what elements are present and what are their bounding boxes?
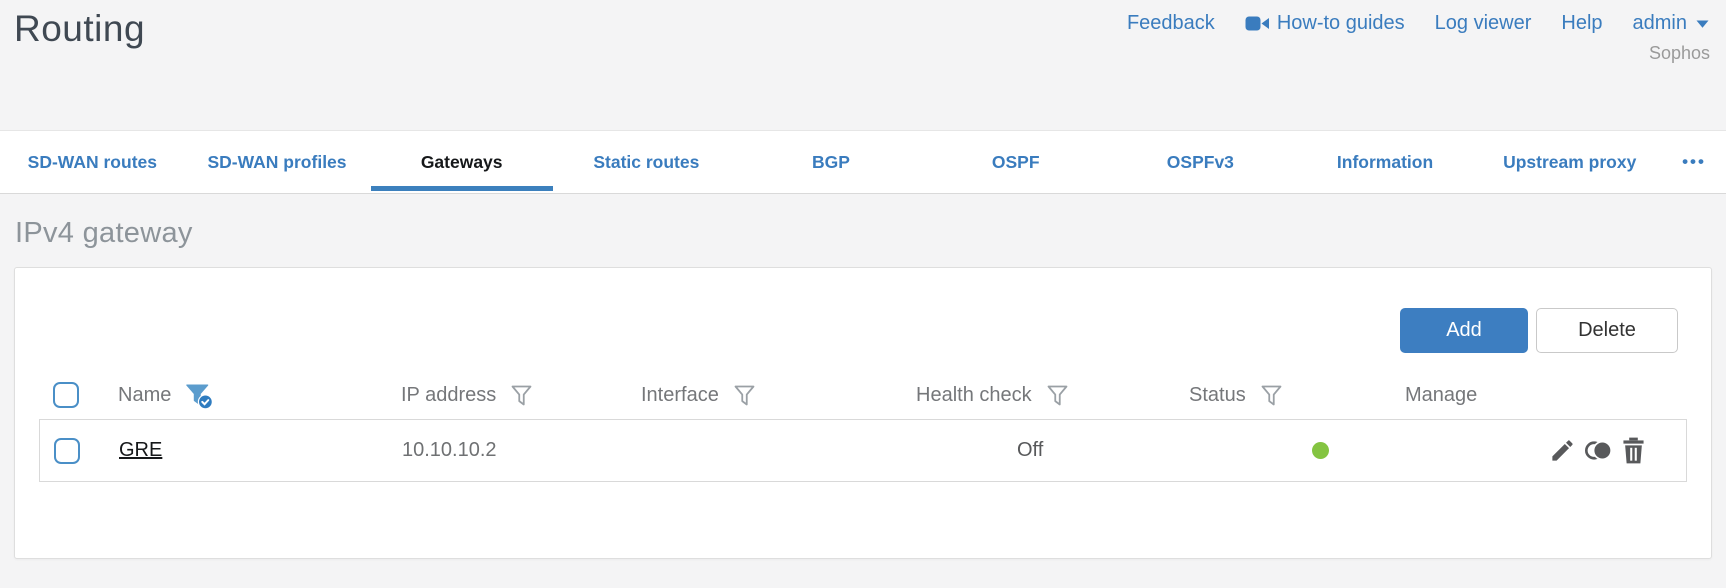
nav-how-to-guides-label: How-to guides xyxy=(1276,12,1405,34)
clone-icon[interactable] xyxy=(1583,437,1614,464)
video-camera-icon xyxy=(1245,15,1269,32)
add-button[interactable]: Add xyxy=(1400,308,1528,353)
tab-information[interactable]: Information xyxy=(1293,131,1478,193)
main-content: IPv4 gateway Add Delete Name IP address … xyxy=(0,217,1726,559)
brand-label: Sophos xyxy=(1648,43,1710,63)
nav-feedback[interactable]: Feedback xyxy=(1127,12,1215,35)
tab-upstream-proxy[interactable]: Upstream proxy xyxy=(1477,131,1662,193)
filter-icon[interactable] xyxy=(731,382,758,409)
column-header-manage: Manage xyxy=(1405,383,1478,406)
delete-icon[interactable] xyxy=(1621,437,1646,464)
nav-admin-label: admin xyxy=(1632,12,1687,34)
manage-actions xyxy=(1549,437,1646,464)
select-all-checkbox[interactable] xyxy=(53,382,79,408)
table-header-row: Name IP address Interface Health check S… xyxy=(39,371,1687,419)
delete-button[interactable]: Delete xyxy=(1536,308,1678,353)
edit-icon[interactable] xyxy=(1549,437,1576,464)
nav-admin-menu[interactable]: admin xyxy=(1633,12,1710,35)
page-title: Routing xyxy=(14,8,146,49)
column-header-status: Status xyxy=(1189,383,1246,406)
filter-icon[interactable] xyxy=(508,382,535,409)
routing-tabbar: SD-WAN routes SD-WAN profiles Gateways S… xyxy=(0,130,1726,194)
column-header-ip-address: IP address xyxy=(401,383,497,406)
filter-icon[interactable] xyxy=(1044,382,1071,409)
nav-how-to-guides[interactable]: How-to guides xyxy=(1245,12,1405,35)
top-header: Routing Feedback How-to guides Log viewe… xyxy=(0,0,1726,130)
table-row: GRE 10.10.10.2 Off xyxy=(39,419,1687,482)
tab-ospf[interactable]: OSPF xyxy=(923,131,1108,193)
gateway-ip-address: 10.10.10.2 xyxy=(402,439,497,461)
tabs-more-button[interactable]: ••• xyxy=(1662,131,1726,193)
filter-icon[interactable] xyxy=(1258,382,1285,409)
tab-sd-wan-routes[interactable]: SD-WAN routes xyxy=(0,131,185,193)
caret-down-icon xyxy=(1695,19,1710,29)
gateway-name-link[interactable]: GRE xyxy=(119,439,162,462)
table-actions: Add Delete xyxy=(15,308,1711,353)
row-checkbox[interactable] xyxy=(54,437,80,464)
gateway-table: Name IP address Interface Health check S… xyxy=(39,371,1687,482)
section-title: IPv4 gateway xyxy=(15,217,193,249)
column-header-health-check: Health check xyxy=(916,383,1032,406)
gateway-health-check: Off xyxy=(1017,439,1044,461)
column-header-interface: Interface xyxy=(641,383,719,406)
filter-active-icon[interactable] xyxy=(183,381,215,410)
tab-sd-wan-profiles[interactable]: SD-WAN profiles xyxy=(185,131,370,193)
column-header-name: Name xyxy=(118,383,172,406)
tab-ospfv3[interactable]: OSPFv3 xyxy=(1108,131,1293,193)
ipv4-gateway-panel: Add Delete Name IP address Interface Hea… xyxy=(14,267,1712,559)
nav-log-viewer[interactable]: Log viewer xyxy=(1435,12,1532,35)
tab-static-routes[interactable]: Static routes xyxy=(554,131,739,193)
nav-help[interactable]: Help xyxy=(1561,12,1602,35)
tab-gateways[interactable]: Gateways xyxy=(369,131,554,193)
tab-bgp[interactable]: BGP xyxy=(739,131,924,193)
status-dot xyxy=(1312,442,1329,459)
